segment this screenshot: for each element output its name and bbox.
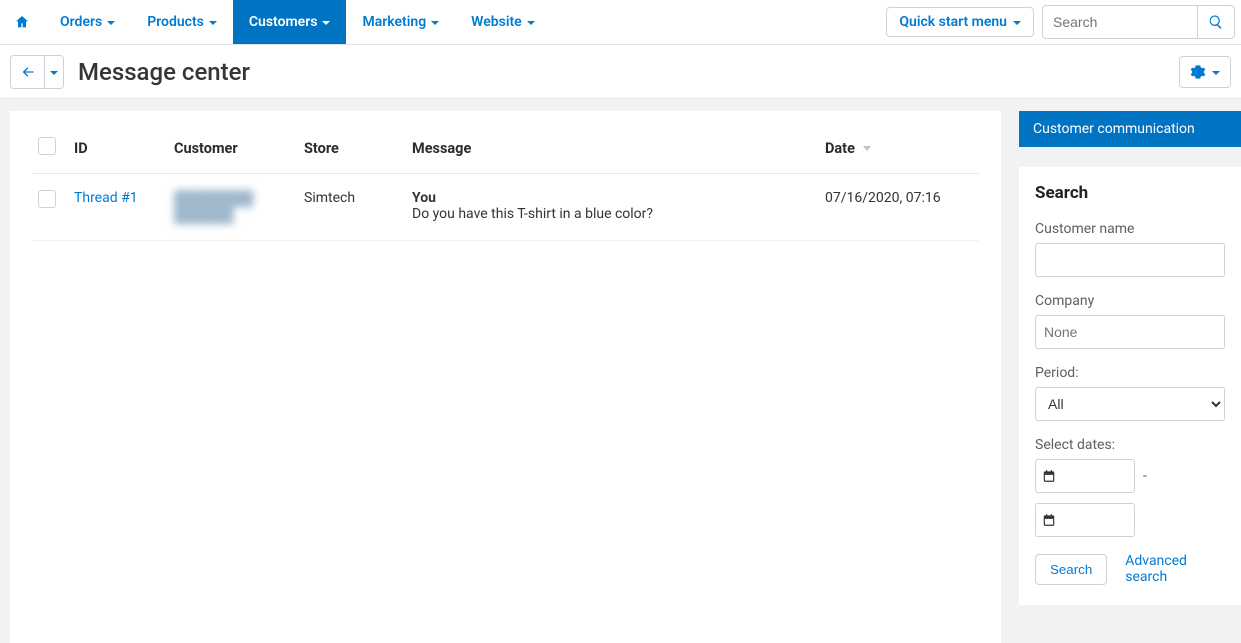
nav-products-label: Products xyxy=(147,14,204,30)
company-label: Company xyxy=(1035,293,1225,309)
caret-down-icon xyxy=(1013,21,1021,25)
back-button[interactable] xyxy=(11,56,45,88)
tab-customer-communication[interactable]: Customer communication xyxy=(1019,111,1241,147)
right-sidebar: Customer communication Search Customer n… xyxy=(1019,111,1241,643)
select-all-checkbox[interactable] xyxy=(38,137,56,155)
quick-start-button[interactable]: Quick start menu xyxy=(886,7,1034,37)
thread-link[interactable]: Thread #1 xyxy=(74,190,138,206)
threads-table: ID Customer Store Message Date Thread #1… xyxy=(32,129,979,241)
column-message[interactable]: Message xyxy=(406,129,819,174)
date-cell: 07/16/2020, 07:16 xyxy=(819,174,979,241)
top-nav: Orders Products Customers Marketing Webs… xyxy=(0,0,1241,45)
top-nav-left: Orders Products Customers Marketing Webs… xyxy=(0,0,551,44)
period-select[interactable]: All xyxy=(1035,387,1225,421)
customer-name-label: Customer name xyxy=(1035,221,1225,237)
back-button-group xyxy=(10,55,64,89)
advanced-search-link[interactable]: Advanced search xyxy=(1125,553,1225,585)
global-search xyxy=(1042,5,1235,39)
column-checkbox xyxy=(32,129,68,174)
nav-marketing-label: Marketing xyxy=(362,14,426,30)
column-date[interactable]: Date xyxy=(819,129,979,174)
page-header-right xyxy=(1179,56,1231,88)
search-button[interactable]: Search xyxy=(1035,554,1107,585)
column-store[interactable]: Store xyxy=(298,129,406,174)
global-search-button[interactable] xyxy=(1197,5,1235,39)
column-date-label: Date xyxy=(825,140,855,157)
calendar-icon xyxy=(1042,469,1056,483)
caret-down-icon xyxy=(322,21,330,25)
sort-desc-icon xyxy=(863,146,871,151)
back-dropdown[interactable] xyxy=(45,56,63,88)
company-input[interactable] xyxy=(1035,315,1225,349)
content-wrap: ID Customer Store Message Date Thread #1… xyxy=(0,99,1241,643)
row-checkbox[interactable] xyxy=(38,190,56,208)
nav-website[interactable]: Website xyxy=(455,0,551,44)
nav-orders-label: Orders xyxy=(60,14,102,30)
caret-down-icon xyxy=(1212,71,1220,75)
caret-down-icon xyxy=(209,21,217,25)
customer-name-input[interactable] xyxy=(1035,243,1225,277)
global-search-input[interactable] xyxy=(1042,5,1197,39)
nav-customers-label: Customers xyxy=(249,14,318,30)
nav-home[interactable] xyxy=(0,0,44,44)
caret-down-icon xyxy=(107,21,115,25)
table-row: Thread #1 ████████ ██████ Simtech You Do… xyxy=(32,174,979,241)
column-customer[interactable]: Customer xyxy=(168,129,298,174)
store-cell: Simtech xyxy=(298,174,406,241)
settings-button[interactable] xyxy=(1179,56,1231,88)
page-header: Message center xyxy=(0,45,1241,99)
search-panel: Search Customer name Company Period: All… xyxy=(1019,167,1241,605)
home-icon xyxy=(14,14,30,30)
select-dates-label: Select dates: xyxy=(1035,437,1225,453)
period-label: Period: xyxy=(1035,365,1225,381)
caret-down-icon xyxy=(50,71,58,75)
nav-products[interactable]: Products xyxy=(131,0,233,44)
caret-down-icon xyxy=(431,21,439,25)
main-panel: ID Customer Store Message Date Thread #1… xyxy=(10,111,1001,643)
message-author: You xyxy=(412,190,813,206)
nav-customers[interactable]: Customers xyxy=(233,0,347,44)
nav-marketing[interactable]: Marketing xyxy=(346,0,455,44)
calendar-icon xyxy=(1042,513,1056,527)
gear-icon xyxy=(1190,64,1206,80)
search-icon xyxy=(1208,14,1224,30)
top-nav-right: Quick start menu xyxy=(886,0,1241,44)
customer-name-masked: ████████ ██████ xyxy=(174,191,253,224)
date-from-input[interactable] xyxy=(1035,459,1135,493)
arrow-left-icon xyxy=(20,64,36,80)
nav-orders[interactable]: Orders xyxy=(44,0,131,44)
date-to-input[interactable] xyxy=(1035,503,1135,537)
quick-start-label: Quick start menu xyxy=(899,14,1007,30)
caret-down-icon xyxy=(527,21,535,25)
column-id[interactable]: ID xyxy=(68,129,168,174)
message-body: Do you have this T-shirt in a blue color… xyxy=(412,206,653,222)
page-title: Message center xyxy=(78,58,250,86)
sidebar-tabs: Customer communication xyxy=(1019,111,1241,147)
search-panel-title: Search xyxy=(1035,183,1225,203)
nav-website-label: Website xyxy=(471,14,522,30)
date-range-dash: - xyxy=(1143,468,1147,484)
